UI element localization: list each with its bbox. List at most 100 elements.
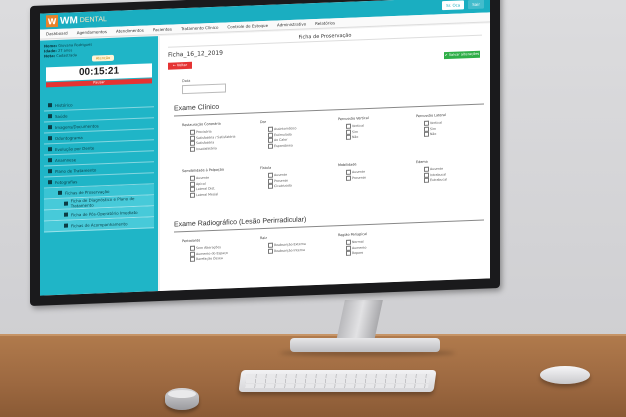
radio-circle-icon	[268, 132, 273, 138]
nav-agendamentos[interactable]: Agendamentos	[77, 29, 107, 35]
option-label: Aumento	[352, 245, 367, 250]
option-label: Intrabucal	[430, 172, 447, 177]
option-label: Não	[430, 131, 437, 137]
sidebar-item-label: Saúde	[55, 113, 68, 119]
option-label: Ausente	[430, 166, 444, 172]
option-label: Apical	[196, 181, 206, 186]
radio-circle-icon	[424, 166, 429, 172]
option-label: Lateral Dist.	[196, 186, 216, 192]
patient-name: Giovana Rodrigues	[58, 42, 93, 48]
option-label: Satisfatória / Satisfatória	[196, 134, 236, 140]
option-label: Aumento do Espaço	[196, 250, 228, 256]
main-panel: Ficha de Proservação Ficha_16_12_2019 ← …	[160, 23, 490, 292]
question-label: Periodonto	[182, 238, 201, 244]
nav-pacientes[interactable]: Pacientes	[153, 27, 172, 33]
nav-tratamento[interactable]: Tratamento Clínico	[181, 25, 218, 31]
patient-note-label: Nota:	[44, 54, 56, 59]
radio-circle-icon	[268, 183, 273, 189]
radio-circle-icon	[268, 242, 273, 248]
app-logo[interactable]: W WM DENTAL	[46, 13, 107, 28]
option-label: Sim	[430, 126, 437, 131]
back-button[interactable]: ← Voltar	[168, 61, 192, 70]
patient-age: 27 anos	[57, 48, 73, 53]
radio-option[interactable]: Cicatrizada	[268, 183, 292, 189]
radio-circle-icon	[268, 178, 273, 184]
nav-dashboard[interactable]: Dashboard	[46, 31, 68, 37]
radio-option[interactable]: Reparo	[346, 250, 363, 256]
screen: W WM DENTAL Sr. Oca Sair Dashboard Agend…	[40, 0, 490, 296]
nav-relatorios[interactable]: Relatórios	[315, 20, 335, 26]
option-label: Presente	[274, 178, 288, 183]
section-clinical: Exame Clínico	[174, 103, 220, 113]
menu-icon	[48, 169, 52, 174]
nav-atendimentos[interactable]: Atendimentos	[116, 28, 144, 34]
radio-option[interactable]: Insatisfatória	[190, 145, 217, 152]
nav-administrativo[interactable]: Administrativo	[277, 21, 306, 27]
option-label: Sim	[352, 129, 359, 134]
record-title: Ficha_16_12_2019	[168, 49, 223, 59]
radio-circle-icon	[190, 256, 195, 262]
sidebar-item-label: Fichas de Proservação	[65, 188, 110, 196]
status-badge[interactable]: Atenção	[92, 54, 114, 62]
option-label: Vertical	[430, 120, 442, 126]
radio-circle-icon	[424, 131, 429, 137]
top-actions: Sr. Oca Sair	[442, 0, 484, 11]
radio-circle-icon	[424, 126, 429, 132]
question-label: Sensibilidade à Palpação	[182, 167, 224, 174]
option-label: Ausente	[352, 169, 366, 175]
user-button[interactable]: Sr. Oca	[442, 0, 465, 11]
radio-circle-icon	[190, 181, 195, 187]
option-label: Reabsorção Interna	[274, 247, 305, 253]
radio-circle-icon	[346, 250, 351, 256]
radio-circle-icon	[346, 134, 351, 140]
mouse	[540, 366, 590, 384]
radio-circle-icon	[268, 172, 273, 178]
date-input[interactable]	[182, 83, 226, 95]
option-label: Reparo	[352, 250, 364, 256]
sidebar-item-label: Odontograma	[55, 134, 83, 141]
radio-option[interactable]: Não	[346, 134, 359, 140]
save-button[interactable]: ✔ Salvar alterações	[444, 50, 480, 60]
radio-option[interactable]: Não	[424, 131, 437, 137]
option-label: Presente	[352, 175, 366, 180]
radio-circle-icon	[190, 146, 195, 152]
question-label: Percussão Lateral	[416, 113, 446, 119]
menu-icon	[48, 136, 52, 141]
radio-option[interactable]: Presente	[346, 175, 366, 181]
radio-circle-icon	[190, 192, 195, 198]
key-row	[245, 379, 430, 383]
option-label: Provisória	[196, 129, 212, 135]
key-row	[246, 374, 430, 378]
option-label: Satisfatória	[196, 140, 215, 146]
radio-option[interactable]: Lateral Mesial	[190, 191, 219, 198]
sidebar-item-label: Evolução por Dente	[55, 145, 95, 152]
radio-circle-icon	[424, 177, 429, 183]
radio-circle-icon	[190, 140, 195, 146]
radio-option[interactable]: Espontânea	[268, 142, 293, 149]
radio-option[interactable]: Rarefação Óssea	[190, 256, 223, 262]
radio-option[interactable]: Extrabucal	[424, 177, 447, 183]
question-label: Mobilidade	[338, 162, 357, 168]
logo-dental: DENTAL	[79, 15, 107, 24]
option-label: Não	[352, 134, 359, 140]
option-label: Espontânea	[274, 142, 293, 148]
radio-circle-icon	[268, 137, 273, 143]
speaker-top	[168, 390, 196, 398]
question-label: Fístula	[260, 165, 272, 171]
sidebar-item-label: Imagens/Documentos	[55, 122, 99, 130]
sidebar-item-label: Fichas de Acompanhamento	[71, 220, 128, 228]
option-label: Lateral Mesial	[196, 191, 219, 197]
logo-wm: WM	[60, 14, 78, 27]
logout-button[interactable]: Sair	[468, 0, 484, 10]
radio-circle-icon	[424, 172, 429, 178]
radio-circle-icon	[346, 123, 351, 129]
radio-option[interactable]: Reabsorção Interna	[268, 247, 305, 254]
menu-icon	[64, 223, 68, 228]
option-label: Normal	[352, 239, 364, 245]
nav-estoque[interactable]: Controle de Estoque	[227, 23, 268, 30]
radio-circle-icon	[346, 175, 351, 181]
key-row	[245, 384, 429, 388]
option-label: Cicatrizada	[274, 183, 292, 189]
option-label: Ao Calor	[274, 137, 288, 143]
option-label: Ausente	[196, 175, 210, 181]
